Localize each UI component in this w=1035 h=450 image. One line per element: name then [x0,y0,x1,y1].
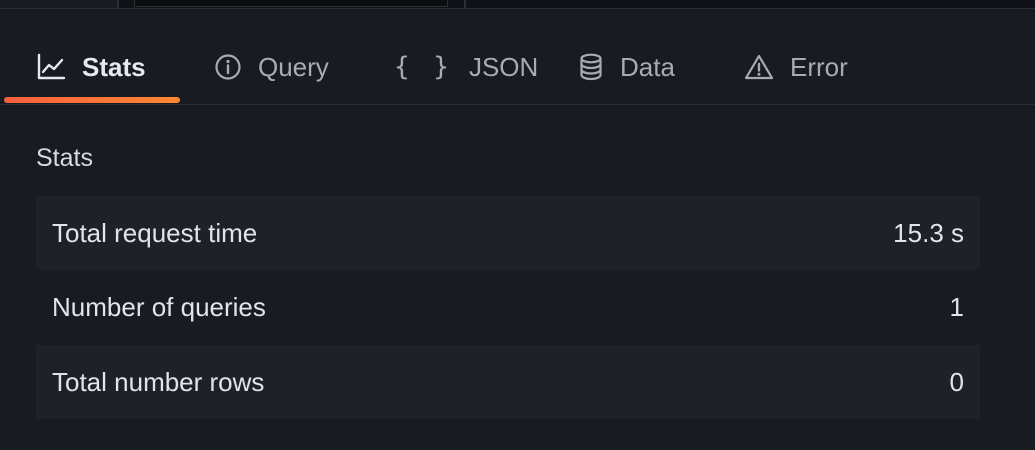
info-circle-icon [214,53,242,81]
stat-value: 0 [949,366,964,397]
query-inspector-panel: Stats Query { } JSON Data Error Stats To… [0,9,1035,450]
stat-value: 15.3 s [893,217,964,248]
tab-data-label: Data [620,51,675,82]
tab-json-label: JSON [468,51,539,82]
top-strip-input [134,0,448,7]
tab-json[interactable]: { } JSON [394,45,538,89]
top-strip [0,0,1035,9]
stat-value: 1 [949,291,964,322]
tab-data[interactable]: Data [578,45,675,89]
stat-row-row-count: Total number rows 0 [36,345,980,419]
tab-error-label: Error [790,51,848,82]
stat-label: Total request time [52,217,258,248]
top-strip-segment [0,0,117,8]
stat-label: Total number rows [52,366,265,397]
active-tab-indicator [4,97,180,103]
stat-row-request-time: Total request time 15.3 s [36,196,980,270]
tab-bar: Stats Query { } JSON Data Error [0,9,1035,105]
tab-query[interactable]: Query [214,45,329,89]
top-strip-divider [117,0,119,8]
top-strip-divider [464,0,466,8]
chart-line-icon [36,53,66,81]
stats-section-title: Stats [36,144,93,172]
database-icon [578,53,604,81]
warning-triangle-icon [744,53,774,81]
tab-query-label: Query [258,51,329,82]
stat-row-query-count: Number of queries 1 [36,270,980,344]
tab-error[interactable]: Error [744,45,848,89]
braces-icon: { } [394,52,453,82]
stat-label: Number of queries [52,291,266,322]
tab-stats-label: Stats [82,51,146,82]
tab-stats[interactable]: Stats [36,45,146,89]
